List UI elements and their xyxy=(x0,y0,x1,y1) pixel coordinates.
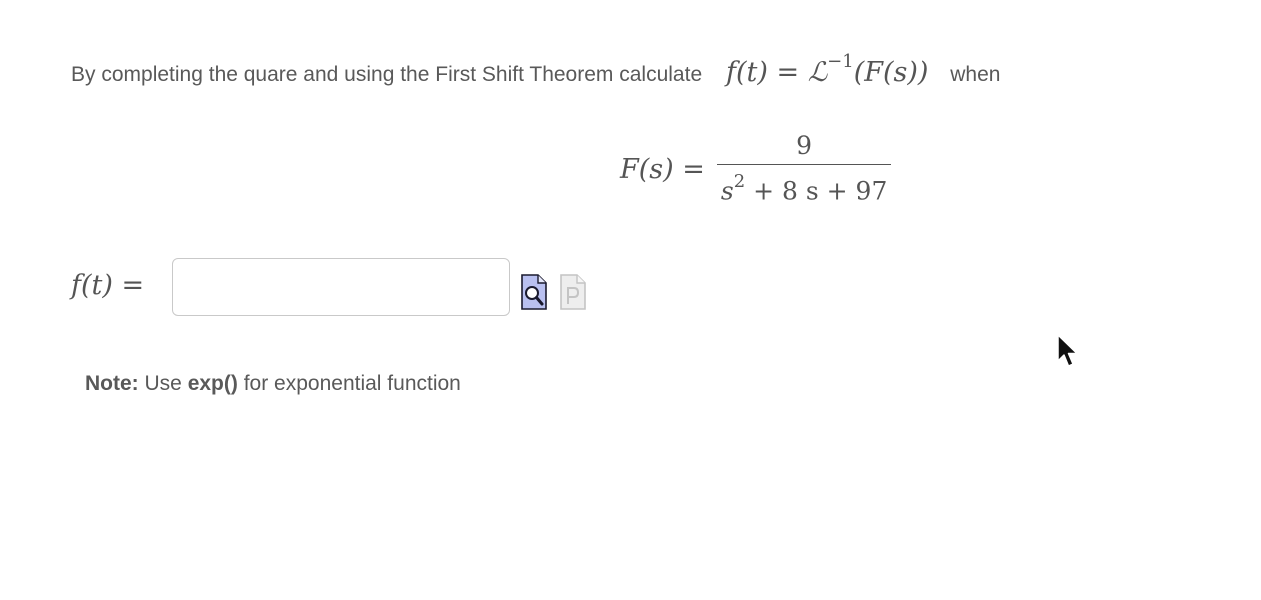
formula-lhs: f(t) xyxy=(725,57,768,88)
question-suffix: when xyxy=(950,63,1001,86)
formula-argument: (F(s)) xyxy=(853,57,929,88)
note-label: Note: xyxy=(85,372,139,395)
problem-page-icon xyxy=(560,274,586,310)
laplace-symbol: ℒ xyxy=(807,57,828,88)
answer-input[interactable] xyxy=(172,258,510,316)
question-text: By completing the quare and using the Fi… xyxy=(71,48,1000,93)
fraction-numerator: 9 xyxy=(796,131,813,160)
fraction: 9 s2 + 8 s + 97 xyxy=(716,128,892,211)
note-function: exp() xyxy=(187,372,238,395)
denominator-rest: + 8 s + 97 xyxy=(745,176,888,206)
answer-label: f(t) = xyxy=(71,270,145,301)
laplace-exponent: −1 xyxy=(827,51,854,72)
note-text-before: Use xyxy=(138,372,188,395)
fraction-denominator: s2 + 8 s + 97 xyxy=(717,165,891,211)
given-function-equation: F(s) = 9 s2 + 8 s + 97 xyxy=(620,128,892,211)
equation-lhs: F(s) = xyxy=(620,154,705,186)
mouse-pointer-icon xyxy=(1057,334,1078,367)
preview-magnifier-icon[interactable] xyxy=(521,274,547,310)
denominator-exponent: 2 xyxy=(733,171,746,192)
note-text: Note: Use exp() for exponential function xyxy=(85,372,461,396)
note-text-after: for exponential function xyxy=(237,372,461,395)
question-prefix: By completing the quare and using the Fi… xyxy=(71,63,703,86)
inverse-laplace-formula: f(t) = ℒ−1(F(s)) xyxy=(725,51,929,88)
formula-equals: = xyxy=(767,57,808,88)
denominator-base: s xyxy=(720,176,734,206)
